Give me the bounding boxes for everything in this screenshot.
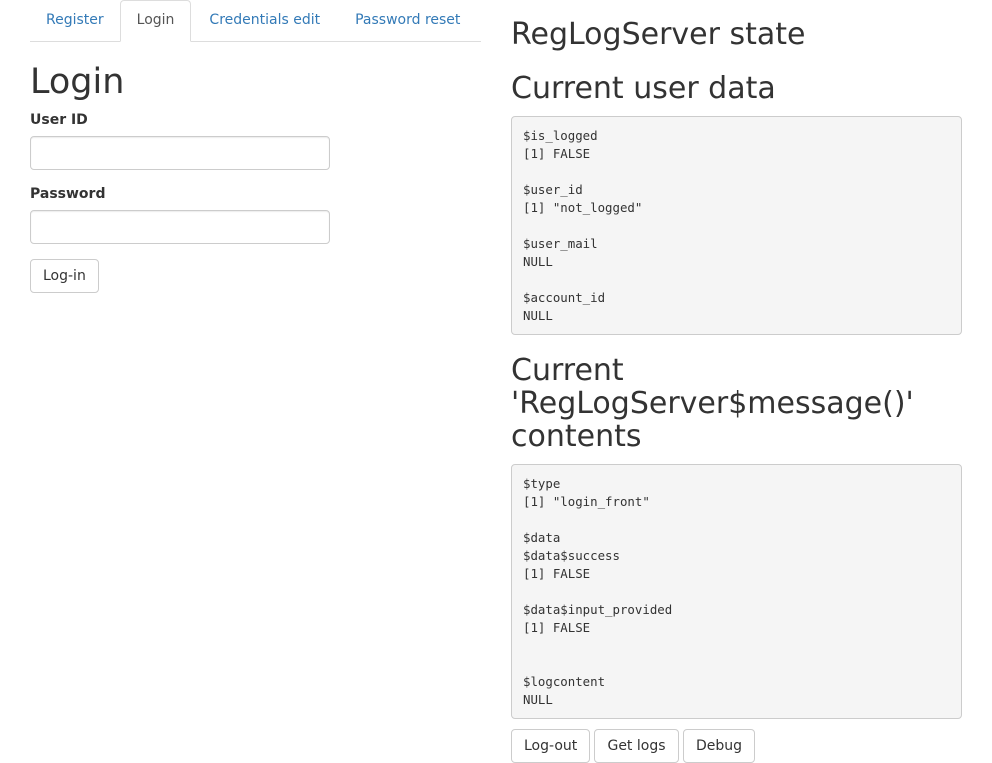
- logout-button[interactable]: Log-out: [511, 729, 590, 763]
- get-logs-button[interactable]: Get logs: [594, 729, 679, 763]
- tab-password-reset[interactable]: Password reset: [339, 0, 476, 41]
- login-heading: Login: [30, 62, 125, 102]
- debug-button[interactable]: Debug: [683, 729, 755, 763]
- tab-login[interactable]: Login: [119, 0, 192, 42]
- login-panel: Register Login Credentials edit Password…: [30, 0, 481, 293]
- login-button[interactable]: Log-in: [30, 259, 99, 293]
- tab-bar: Register Login Credentials edit Password…: [30, 0, 481, 42]
- message-heading: Current 'RegLogServer$message()' content…: [511, 353, 914, 454]
- server-state-title: RegLogServer state: [511, 17, 806, 52]
- password-label: Password: [30, 186, 106, 202]
- tab-register[interactable]: Register: [30, 0, 120, 41]
- message-output: $type [1] "login_front" $data $data$succ…: [511, 464, 962, 719]
- user-id-input[interactable]: [30, 136, 330, 170]
- user-data-heading: Current user data: [511, 71, 776, 106]
- tab-credentials-edit[interactable]: Credentials edit: [193, 0, 336, 41]
- user-id-label: User ID: [30, 112, 88, 128]
- user-data-output: $is_logged [1] FALSE $user_id [1] "not_l…: [511, 116, 962, 335]
- password-input[interactable]: [30, 210, 330, 244]
